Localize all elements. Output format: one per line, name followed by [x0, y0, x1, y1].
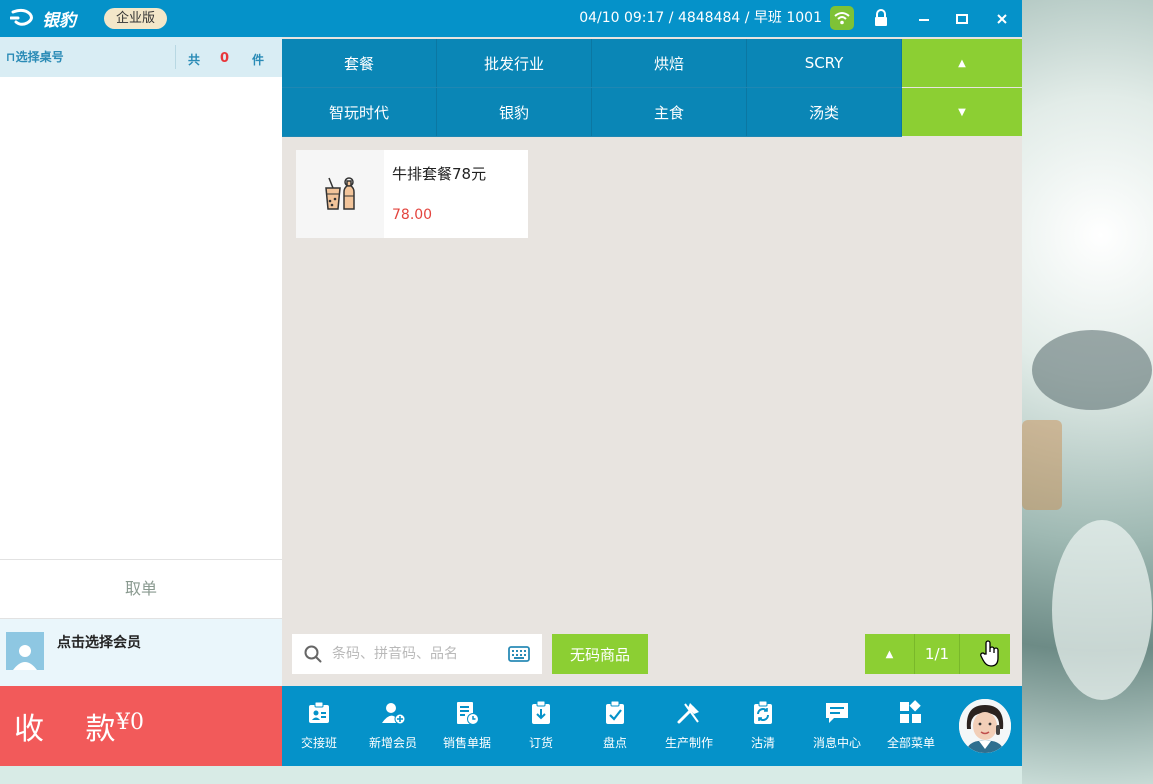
- table-select-label: 选择桌号: [15, 50, 64, 64]
- page-up-button[interactable]: ▲: [865, 634, 915, 674]
- member-avatar-icon: [6, 632, 44, 670]
- product-name: 牛排套餐78元: [392, 165, 487, 183]
- no-barcode-product-button[interactable]: 无码商品: [552, 634, 648, 674]
- production-icon: [677, 703, 699, 724]
- inventory-check-icon: [606, 700, 624, 724]
- handover-icon: [309, 701, 329, 723]
- category-down-button[interactable]: ▼: [902, 88, 1022, 136]
- tool-label: 沽清: [750, 736, 775, 750]
- category-tab[interactable]: 智玩时代: [282, 88, 437, 136]
- sales-receipt-button[interactable]: 销售单据: [430, 700, 504, 756]
- count-prefix: 共: [188, 53, 201, 67]
- page-down-button[interactable]: [960, 634, 1010, 674]
- pay-label: 收 款: [14, 712, 132, 747]
- product-area: 套餐 批发行业 烘焙 SCRY 智玩时代 银豹 主食 汤类 ▲ ▼ 牛排套餐78…: [282, 37, 1022, 686]
- category-nav: ▲ ▼: [902, 39, 1022, 137]
- category-grid: 套餐 批发行业 烘焙 SCRY 智玩时代 银豹 主食 汤类: [282, 39, 902, 137]
- member-label: 点击选择会员: [57, 635, 141, 651]
- drink-icon: [296, 150, 384, 238]
- pay-amount: ¥0: [116, 710, 144, 735]
- all-menu-button[interactable]: 全部菜单: [874, 700, 948, 756]
- table-icon: ⊓: [6, 50, 16, 64]
- tool-label: 订货: [528, 736, 553, 750]
- inventory-check-button[interactable]: 盘点: [578, 700, 652, 756]
- desktop-strip: [0, 766, 1022, 784]
- triangle-up-icon: ▲: [958, 57, 966, 69]
- table-select-button[interactable]: ⊓选择桌号: [6, 48, 64, 65]
- keyboard-icon[interactable]: [508, 646, 530, 662]
- logo-text: 银豹: [42, 10, 76, 31]
- category-tab[interactable]: 烘焙: [592, 39, 747, 87]
- message-icon: [826, 703, 848, 723]
- product-pager: ▲ 1/1: [865, 634, 1010, 674]
- page-indicator: 1/1: [915, 634, 960, 674]
- tool-label: 交接班: [300, 736, 337, 750]
- minimize-icon: [919, 18, 929, 21]
- close-icon: [997, 13, 1007, 24]
- category-tab[interactable]: 银豹: [437, 88, 592, 136]
- triangle-up-icon: ▲: [885, 648, 894, 660]
- category-tab[interactable]: SCRY: [747, 39, 902, 87]
- agent-avatar-icon: [959, 699, 1011, 753]
- member-select[interactable]: 点击选择会员: [0, 618, 282, 686]
- search-box: [292, 634, 542, 674]
- edition-badge: 企业版: [104, 8, 168, 29]
- status-info: 04/10 09:17 / 4848484 / 早班 1001: [579, 10, 822, 26]
- desktop-background: [1022, 0, 1153, 784]
- item-count: 0: [220, 51, 230, 66]
- function-toolbar: 交接班 新增会员 销售单据 订货 盘点 生产制作 沽清 消息中心 全部菜单: [282, 686, 1022, 766]
- pos-window: 银豹 企业版 04/10 09:17 / 4848484 / 早班 1001 ⊓…: [0, 0, 1022, 766]
- tool-label: 销售单据: [442, 736, 491, 750]
- handover-button[interactable]: 交接班: [282, 700, 356, 756]
- triangle-down-icon: ▼: [958, 106, 966, 118]
- close-button[interactable]: [982, 0, 1022, 37]
- customer-service-avatar[interactable]: [959, 699, 1011, 753]
- maximize-icon: [956, 13, 968, 24]
- sold-out-button[interactable]: 沽清: [726, 700, 800, 756]
- wifi-icon[interactable]: [830, 6, 854, 30]
- app-logo: 银豹: [10, 6, 76, 31]
- logo-icon: [10, 8, 33, 26]
- tool-label: 生产制作: [664, 736, 713, 750]
- all-menu-icon: [900, 700, 921, 723]
- order-header: ⊓选择桌号 共 0 件: [0, 37, 282, 77]
- product-price: 78.00: [392, 207, 433, 223]
- category-up-button[interactable]: ▲: [902, 39, 1022, 87]
- category-tab[interactable]: 批发行业: [437, 39, 592, 87]
- tool-label: 新增会员: [368, 736, 417, 750]
- product-card[interactable]: 牛排套餐78元 78.00: [296, 150, 528, 238]
- tool-label: 全部菜单: [886, 736, 935, 750]
- hand-cursor-icon: [980, 640, 999, 667]
- maximize-button[interactable]: [942, 0, 982, 37]
- pay-button[interactable]: 收 款 ¥0: [0, 686, 282, 766]
- count-unit: 件: [252, 53, 265, 67]
- add-member-button[interactable]: 新增会员: [356, 700, 430, 756]
- search-icon: [304, 645, 322, 663]
- order-goods-icon: [532, 700, 550, 724]
- tool-label: 消息中心: [812, 736, 861, 750]
- category-tab[interactable]: 汤类: [747, 88, 902, 136]
- title-bar: 银豹 企业版 04/10 09:17 / 4848484 / 早班 1001: [0, 0, 1022, 37]
- order-goods-button[interactable]: 订货: [504, 700, 578, 756]
- message-center-button[interactable]: 消息中心: [800, 700, 874, 756]
- pickup-order-button[interactable]: 取单: [0, 559, 282, 619]
- production-button[interactable]: 生产制作: [652, 700, 726, 756]
- category-tab[interactable]: 套餐: [282, 39, 437, 87]
- add-member-icon: [382, 703, 406, 725]
- order-panel: ⊓选择桌号 共 0 件 取单 点击选择会员 收 款 ¥0: [0, 37, 282, 766]
- sold-out-icon: [754, 700, 772, 724]
- category-tab[interactable]: 主食: [592, 88, 747, 136]
- search-input[interactable]: [332, 634, 502, 674]
- minimize-button[interactable]: [904, 0, 944, 37]
- lock-icon[interactable]: [872, 9, 890, 27]
- sales-receipt-icon: [457, 702, 479, 725]
- tool-label: 盘点: [602, 736, 627, 750]
